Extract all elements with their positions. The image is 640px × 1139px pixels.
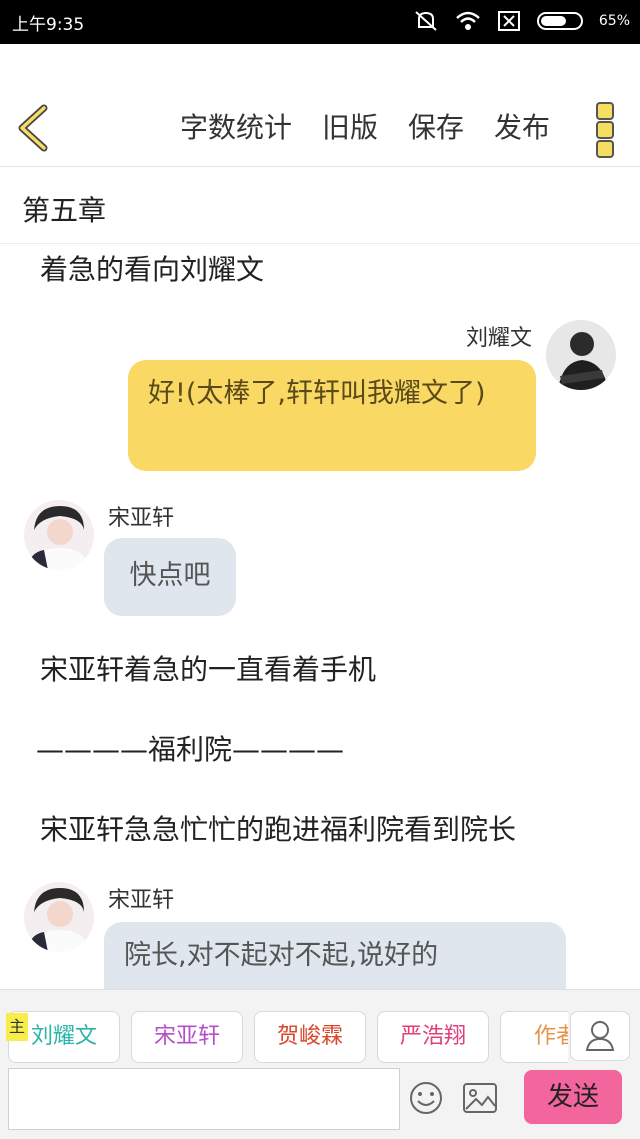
character-chip-3[interactable]: 贺峻霖 xyxy=(254,1011,366,1063)
word-count-button[interactable]: 字数统计 xyxy=(180,106,292,146)
editor-toolbar: 字数统计 旧版 保存 发布 xyxy=(0,44,640,167)
chat-bubble[interactable]: 快点吧 xyxy=(104,538,236,616)
scene-divider: ————福利院———— xyxy=(36,733,345,766)
narration-line: 宋亚轩急急忙忙的跑进福利院看到院长 xyxy=(40,813,517,846)
battery-icon xyxy=(536,12,583,30)
message-input[interactable] xyxy=(8,1068,400,1130)
character-chip-2[interactable]: 宋亚轩 xyxy=(131,1011,243,1063)
avatar[interactable] xyxy=(546,320,616,390)
speaker-name: 刘耀文 xyxy=(465,326,532,351)
wifi-icon xyxy=(456,11,480,30)
speaker-name: 宋亚轩 xyxy=(108,888,175,913)
save-button[interactable]: 保存 xyxy=(408,106,464,146)
speaker-name: 宋亚轩 xyxy=(108,506,175,531)
toolbar-actions: 字数统计 旧版 保存 发布 xyxy=(180,106,550,146)
status-icons: 65% xyxy=(413,9,630,33)
character-chips: 刘耀文 宋亚轩 贺峻霖 严浩翔 作者 xyxy=(8,1011,568,1065)
character-chip-4[interactable]: 严浩翔 xyxy=(377,1011,489,1063)
send-button[interactable]: 发送 xyxy=(524,1070,622,1124)
battery-level-fill xyxy=(540,16,566,26)
avatar[interactable] xyxy=(24,882,94,952)
old-version-button[interactable]: 旧版 xyxy=(322,106,378,146)
narration-line: 宋亚轩着急的一直看着手机 xyxy=(40,653,377,686)
add-character-button[interactable] xyxy=(570,1011,630,1061)
user-icon xyxy=(585,1021,615,1051)
avatar[interactable] xyxy=(24,500,94,570)
back-arrow-icon[interactable] xyxy=(14,104,54,152)
emoji-icon[interactable] xyxy=(408,1080,444,1116)
more-menu-icon[interactable] xyxy=(596,102,614,158)
battery-percent: 65% xyxy=(598,13,630,29)
image-icon[interactable] xyxy=(462,1082,498,1114)
chat-bubble[interactable]: 院长,对不起对不起,说好的 xyxy=(104,922,566,989)
main-character-tag: 主 xyxy=(6,1013,28,1041)
mute-icon xyxy=(415,11,437,31)
character-chip-5[interactable]: 作者 xyxy=(500,1011,568,1063)
no-sim-icon xyxy=(497,11,520,31)
status-time: 上午9:35 xyxy=(12,15,85,35)
story-content[interactable]: 着急的看向刘耀文 刘耀文 好!(太棒了,轩轩叫我耀文了) 宋亚轩 快点吧 宋亚轩… xyxy=(0,244,640,989)
chapter-title[interactable]: 第五章 xyxy=(22,189,106,229)
composer-panel: 刘耀文 宋亚轩 贺峻霖 严浩翔 作者 主 发送 xyxy=(0,989,640,1139)
chat-bubble[interactable]: 好!(太棒了,轩轩叫我耀文了) xyxy=(128,360,536,471)
chapter-header: 第五章 xyxy=(0,167,640,244)
status-bar: 上午9:35 65% xyxy=(0,0,640,44)
narration-line: 着急的看向刘耀文 xyxy=(40,253,265,286)
publish-button[interactable]: 发布 xyxy=(494,106,550,146)
